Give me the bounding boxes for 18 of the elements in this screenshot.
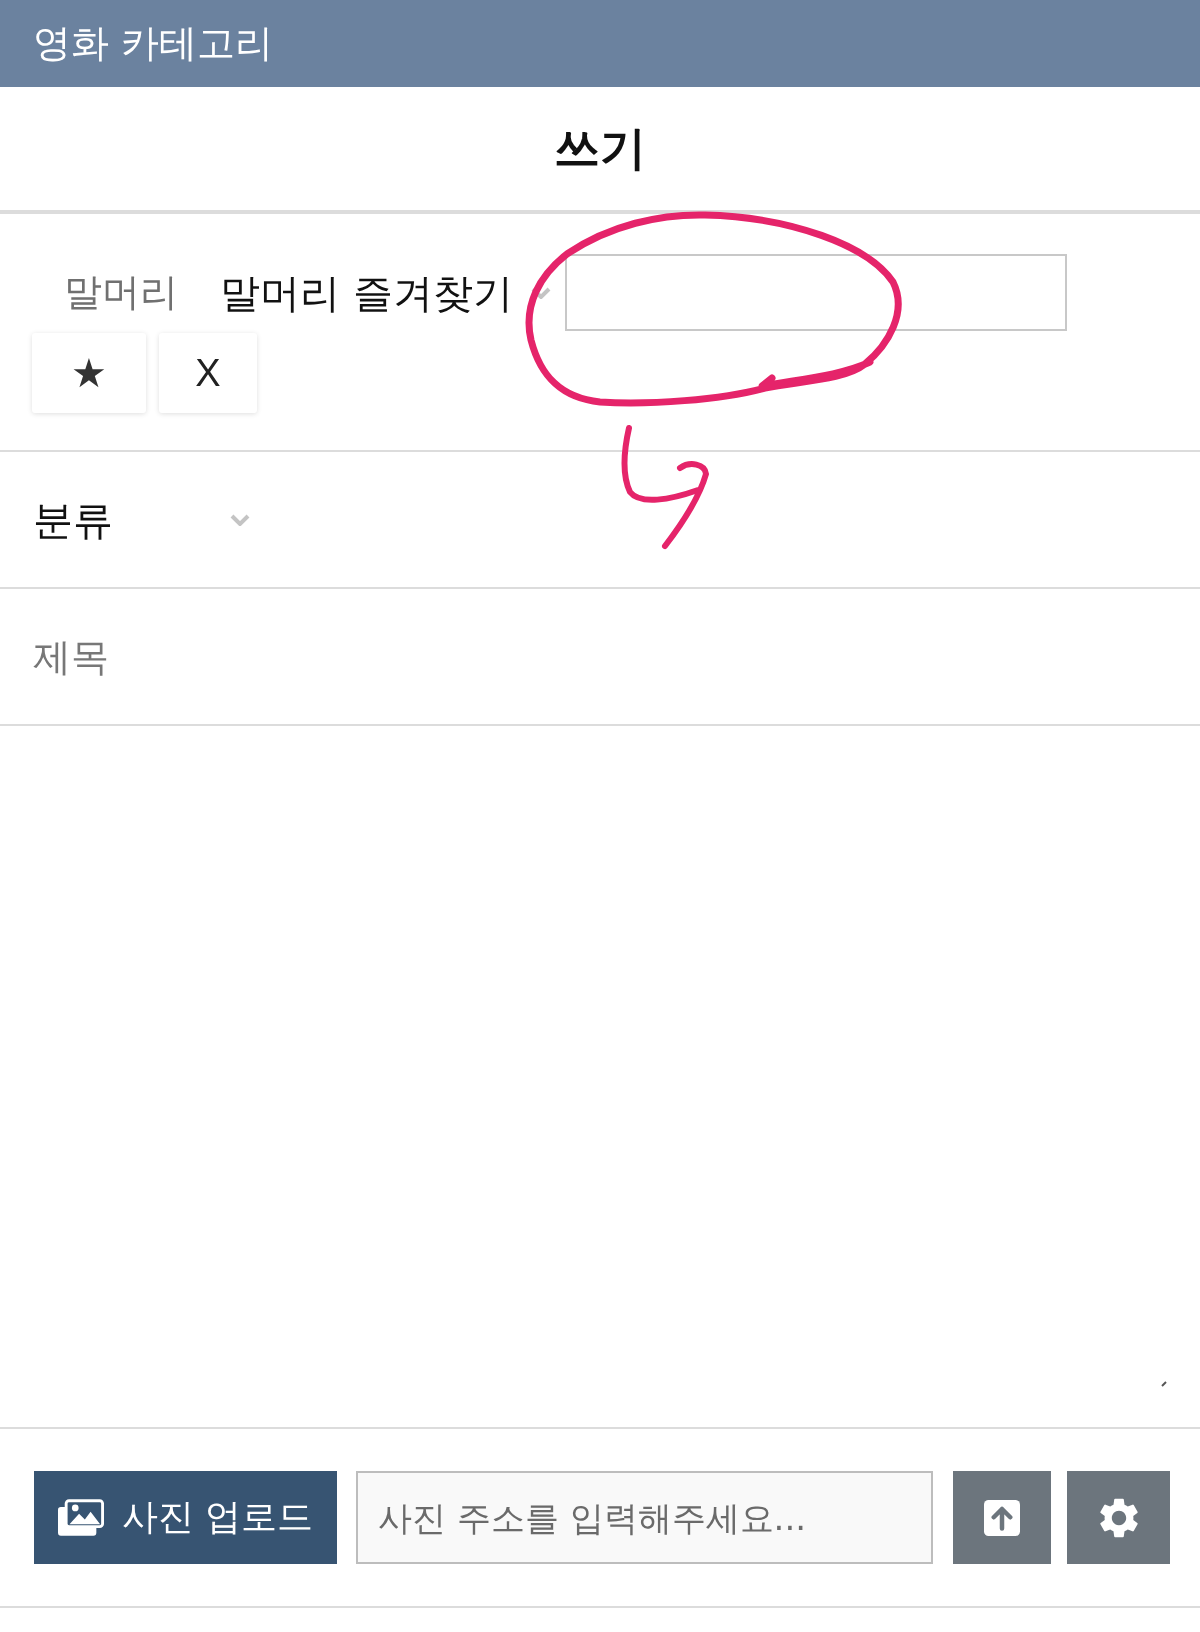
clear-button[interactable]: X [159, 333, 257, 413]
category-title: 영화 카테고리 [33, 20, 274, 67]
upload-button[interactable] [953, 1471, 1051, 1564]
settings-button[interactable] [1067, 1471, 1170, 1564]
page-title: 쓰기 [554, 120, 646, 177]
prefix-favorites-select[interactable]: 말머리 즐겨찾기 [220, 268, 551, 317]
chevron-down-icon [230, 513, 250, 526]
prefix-label: 말머리 [64, 269, 178, 316]
title-input-field[interactable]: 제목 [33, 621, 1200, 692]
images-icon [57, 1499, 104, 1536]
photo-url-input[interactable]: 사진 주소를 입력해주세요... [356, 1471, 933, 1564]
category-select[interactable]: 분류 [33, 495, 250, 544]
resize-grip-icon[interactable] [1161, 1381, 1167, 1387]
photo-upload-button[interactable]: 사진 업로드 [34, 1471, 337, 1564]
prefix-input-field[interactable] [564, 254, 1067, 331]
favorite-star-button[interactable]: ★ [32, 333, 146, 413]
settings-icon [1099, 1497, 1138, 1538]
chevron-down-icon [530, 286, 551, 299]
